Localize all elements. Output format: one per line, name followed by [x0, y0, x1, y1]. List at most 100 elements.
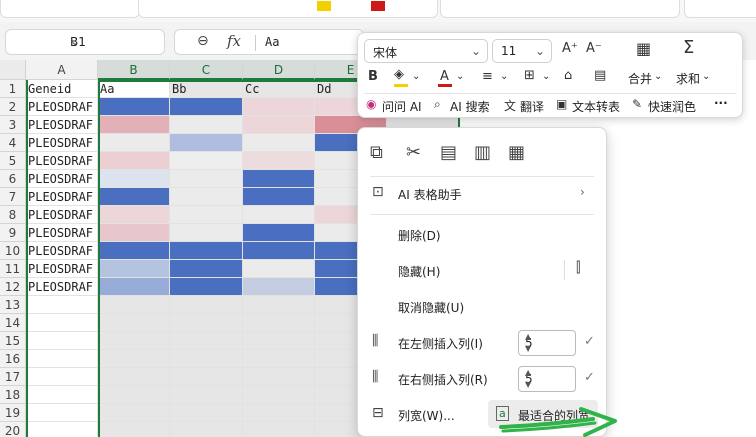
hide-column-icon[interactable]: ⫿ — [576, 260, 580, 276]
cell[interactable] — [98, 242, 170, 260]
column-header-d[interactable]: D — [243, 60, 315, 80]
row-header-18[interactable]: 18 — [0, 386, 26, 404]
column-header-c[interactable]: C — [170, 60, 243, 80]
cell[interactable] — [170, 152, 243, 170]
sum-icon[interactable]: Σ — [683, 37, 694, 58]
paste-text-icon[interactable]: ▥ — [474, 142, 491, 163]
cell[interactable]: PLEOSDRAF — [26, 134, 98, 152]
formula-bar[interactable]: ⊖ fx Aa — [174, 29, 364, 55]
menu-item-hide[interactable]: 隐藏(H) ⫿ — [358, 256, 606, 286]
ribbon-group-font[interactable] — [138, 0, 438, 18]
chevron-down-icon[interactable]: ⌄ — [456, 71, 464, 82]
highlight-color-icon[interactable] — [317, 1, 331, 11]
row-header-14[interactable]: 14 — [0, 314, 26, 332]
cell[interactable] — [243, 296, 315, 314]
row-header-20[interactable]: 20 — [0, 422, 26, 437]
cell[interactable]: PLEOSDRAF — [26, 170, 98, 188]
row-header-16[interactable]: 16 — [0, 350, 26, 368]
cell[interactable] — [170, 332, 243, 350]
chevron-down-icon[interactable]: ⌄ — [70, 34, 156, 48]
menu-item-ai-assistant[interactable]: ⊡ AI 表格助手 › — [358, 179, 606, 209]
menu-item-unhide[interactable]: 取消隐藏(U) — [358, 292, 606, 322]
cell[interactable] — [243, 386, 315, 404]
cell[interactable] — [98, 314, 170, 332]
cell[interactable] — [98, 350, 170, 368]
cell[interactable] — [170, 116, 243, 134]
cell[interactable]: PLEOSDRAF — [26, 260, 98, 278]
cell[interactable]: PLEOSDRAF — [26, 278, 98, 296]
cell[interactable] — [98, 206, 170, 224]
cell[interactable] — [26, 368, 98, 386]
row-header-19[interactable]: 19 — [0, 404, 26, 422]
align-icon[interactable]: ≡ — [482, 69, 493, 84]
function-icon[interactable]: fx — [227, 32, 241, 50]
cell[interactable] — [243, 260, 315, 278]
font-color-icon[interactable] — [371, 1, 385, 11]
row-header-17[interactable]: 17 — [0, 368, 26, 386]
cell[interactable] — [170, 278, 243, 296]
cell[interactable] — [170, 350, 243, 368]
cell[interactable] — [243, 422, 315, 437]
chevron-down-icon[interactable]: ⌄ — [654, 71, 662, 82]
cell[interactable] — [26, 314, 98, 332]
merge-label[interactable]: 合并 — [628, 70, 652, 87]
row-header-2[interactable]: 2 — [0, 98, 26, 116]
border-icon[interactable]: ⊞ — [524, 68, 535, 83]
cell[interactable] — [170, 224, 243, 242]
format-painter-icon[interactable]: ⌂ — [564, 68, 572, 83]
cell[interactable] — [170, 314, 243, 332]
chevron-down-icon[interactable]: ⌄ — [500, 71, 508, 82]
cell[interactable] — [243, 368, 315, 386]
cell[interactable]: Aa — [98, 80, 170, 98]
cell[interactable]: PLEOSDRAF — [26, 206, 98, 224]
cell[interactable] — [243, 170, 315, 188]
spin-down-icon[interactable]: ▼ — [525, 344, 571, 353]
cell[interactable] — [243, 224, 315, 242]
row-header-10[interactable]: 10 — [0, 242, 26, 260]
menu-item-insert-right[interactable]: ⫼ 在右侧插入列(R) 5 ▲ ▼ ✓ — [358, 364, 606, 394]
cell[interactable] — [98, 368, 170, 386]
row-header-13[interactable]: 13 — [0, 296, 26, 314]
cell[interactable] — [98, 98, 170, 116]
copy-icon[interactable]: ⧉ — [370, 142, 383, 163]
select-all-corner[interactable] — [0, 60, 26, 80]
row-header-11[interactable]: 11 — [0, 260, 26, 278]
row-header-12[interactable]: 12 — [0, 278, 26, 296]
quick-color-button[interactable]: 快速润色 — [648, 98, 696, 115]
ribbon-group-alignment[interactable] — [440, 0, 680, 18]
cell[interactable]: PLEOSDRAF — [26, 152, 98, 170]
cell[interactable] — [26, 422, 98, 437]
cell[interactable] — [170, 134, 243, 152]
formula-value[interactable]: Aa — [265, 35, 279, 49]
cell[interactable] — [98, 134, 170, 152]
cell[interactable] — [243, 314, 315, 332]
cell[interactable] — [98, 188, 170, 206]
cell[interactable] — [170, 260, 243, 278]
translate-button[interactable]: 翻译 — [520, 98, 544, 115]
row-header-3[interactable]: 3 — [0, 116, 26, 134]
zoom-icon[interactable]: ⊖ — [197, 33, 209, 49]
cell[interactable] — [98, 260, 170, 278]
cell[interactable] — [243, 350, 315, 368]
menu-item-insert-left[interactable]: ⫼ 在左侧插入列(I) 5 ▲ ▼ ✓ — [358, 328, 606, 358]
increase-font-icon[interactable]: A⁺ — [562, 41, 578, 56]
cell[interactable] — [26, 332, 98, 350]
cell[interactable]: PLEOSDRAF — [26, 242, 98, 260]
cell[interactable] — [26, 404, 98, 422]
cell[interactable] — [170, 170, 243, 188]
spin-up-icon[interactable]: ▲ — [525, 332, 571, 341]
spin-up-icon[interactable]: ▲ — [525, 368, 571, 377]
cell[interactable] — [98, 224, 170, 242]
ribbon-group-clipboard[interactable] — [0, 0, 140, 18]
decrease-font-icon[interactable]: A⁻ — [586, 41, 602, 56]
menu-item-delete[interactable]: 删除(D) — [358, 220, 606, 250]
confirm-check-icon[interactable]: ✓ — [584, 370, 595, 385]
sum-label[interactable]: 求和 — [676, 70, 700, 87]
cell[interactable] — [170, 386, 243, 404]
cell[interactable] — [170, 404, 243, 422]
cell[interactable] — [98, 170, 170, 188]
cell[interactable] — [170, 368, 243, 386]
cell[interactable] — [170, 188, 243, 206]
cell[interactable]: Geneid — [26, 80, 98, 98]
cell[interactable]: PLEOSDRAF — [26, 224, 98, 242]
